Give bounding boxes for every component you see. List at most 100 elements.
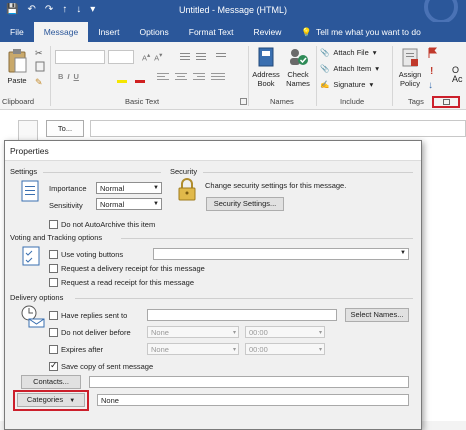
deliver-date-value: None: [151, 328, 169, 337]
attach-file-label: Attach File: [333, 48, 369, 57]
settings-section-title: Settings: [10, 167, 38, 176]
tab-file[interactable]: File: [0, 22, 34, 42]
tell-me-box[interactable]: 💡 Tell me what you want to do: [291, 22, 430, 42]
paste-label: Paste: [7, 76, 27, 85]
contacts-button[interactable]: Contacts...: [21, 375, 81, 389]
read-receipt-checkbox[interactable]: Request a read receipt for this message: [49, 278, 194, 287]
window-title: Untitled - Message (HTML): [178, 5, 288, 15]
have-replies-field[interactable]: [147, 309, 337, 321]
tab-options[interactable]: Options: [129, 22, 178, 42]
categories-button[interactable]: Categories ▼: [17, 393, 85, 407]
checkbox-box[interactable]: [49, 264, 58, 273]
list-buttons[interactable]: [178, 50, 240, 64]
format-buttons: B I U: [58, 72, 79, 81]
signature-button[interactable]: ✍ Signature ▾: [320, 80, 373, 89]
use-voting-buttons-label: Use voting buttons: [61, 250, 124, 259]
deliver-time-select[interactable]: 00:00 ▾: [245, 326, 325, 338]
do-not-deliver-checkbox[interactable]: Do not deliver before: [49, 328, 131, 337]
tab-format-text[interactable]: Format Text: [179, 22, 244, 42]
attach-item-button[interactable]: 📎 Attach Item ▾: [320, 64, 379, 73]
security-settings-button[interactable]: Security Settings...: [206, 197, 284, 211]
address-book-label: Address Book: [252, 70, 280, 88]
clipboard-small-icons: ✂ ✎: [35, 48, 45, 87]
check-names-icon: [290, 49, 308, 65]
ribbon: Paste ✂ ✎ Clipboard A▴ A▾ B I U Basic Te…: [0, 42, 466, 110]
expires-date-value: None: [151, 345, 169, 354]
sensitivity-label: Sensitivity: [49, 201, 83, 210]
expires-date-select[interactable]: None ▾: [147, 343, 239, 355]
ribbon-tabs: File Message Insert Options Format Text …: [0, 22, 466, 42]
save-copy-checkbox[interactable]: Save copy of sent message: [49, 360, 154, 371]
font-size-combo[interactable]: [108, 50, 134, 64]
contacts-field[interactable]: [89, 376, 409, 388]
categories-label: Categories: [26, 395, 64, 404]
chevron-down-icon: ▾: [369, 80, 374, 89]
checkbox-box[interactable]: [49, 220, 58, 229]
check-names-button[interactable]: Check Names: [283, 46, 313, 88]
svg-text:!: !: [430, 66, 433, 77]
decorative-circle: [424, 0, 458, 24]
voting-buttons-combo[interactable]: ▼: [153, 248, 409, 260]
tag-small-icons[interactable]: ! ↓: [427, 46, 439, 90]
assign-policy-button[interactable]: Assign Policy: [395, 46, 425, 88]
paperclip-icon: 📎: [320, 48, 330, 57]
font-grow-shrink[interactable]: A▴ A▾: [142, 52, 162, 63]
chevron-down-icon: ▾: [318, 347, 322, 353]
attach-file-button[interactable]: 📎 Attach File ▾: [320, 48, 377, 57]
tab-review[interactable]: Review: [243, 22, 291, 42]
voting-section-title: Voting and Tracking options: [10, 233, 103, 242]
chevron-down-icon: ▼: [69, 398, 76, 404]
to-button[interactable]: To...: [46, 120, 84, 137]
font-name-combo[interactable]: [55, 50, 105, 64]
paste-button[interactable]: Paste: [4, 48, 30, 85]
paste-icon: [8, 49, 27, 73]
delivery-icon: [21, 305, 45, 328]
expires-time-value: 00:00: [249, 345, 268, 354]
checkbox-box[interactable]: [49, 345, 58, 354]
tab-insert[interactable]: Insert: [88, 22, 129, 42]
to-field[interactable]: [90, 120, 466, 137]
save-copy-label: Save copy of sent message: [61, 362, 154, 371]
partial-button[interactable]: O Ac: [452, 66, 466, 84]
signature-label: Signature: [333, 80, 366, 89]
tab-message[interactable]: Message: [33, 22, 89, 42]
attach-item-icon: 📎: [320, 64, 330, 73]
expires-after-checkbox[interactable]: Expires after: [49, 345, 103, 354]
checkbox-box[interactable]: [49, 278, 58, 287]
deliver-date-select[interactable]: None ▾: [147, 326, 239, 338]
separator: [316, 46, 317, 106]
lock-icon: [178, 178, 196, 201]
underline-icon[interactable]: U: [74, 72, 79, 81]
checkbox-box[interactable]: [49, 250, 58, 259]
voting-icon: [22, 246, 40, 266]
have-replies-checkbox[interactable]: Have replies sent to: [49, 311, 127, 320]
bold-icon[interactable]: B: [58, 72, 63, 81]
basic-text-launcher-icon[interactable]: [240, 98, 248, 106]
delivery-receipt-checkbox[interactable]: Request a delivery receipt for this mess…: [49, 264, 205, 273]
address-book-button[interactable]: Address Book: [251, 46, 281, 88]
policy-icon: [402, 48, 418, 67]
checkbox-box[interactable]: [49, 311, 58, 320]
separator: [248, 46, 249, 106]
checkbox-box[interactable]: [49, 360, 58, 371]
use-voting-buttons-checkbox[interactable]: Use voting buttons: [49, 250, 123, 259]
tags-launcher-icon[interactable]: [443, 99, 451, 106]
names-group-label: Names: [270, 97, 294, 106]
checkbox-box[interactable]: [49, 328, 58, 337]
dialog-title: Properties: [5, 141, 421, 161]
expires-time-select[interactable]: 00:00 ▾: [245, 343, 325, 355]
separator: [50, 46, 51, 106]
sensitivity-select[interactable]: Normal ▼: [96, 198, 162, 210]
do-not-autoarchive-checkbox[interactable]: Do not AutoArchive this item: [49, 220, 155, 229]
paragraph-buttons[interactable]: [115, 70, 233, 84]
italic-icon[interactable]: I: [67, 72, 69, 81]
tell-me-label: Tell me what you want to do: [315, 27, 421, 37]
properties-dialog: Properties Settings Importance Normal ▼ …: [4, 140, 422, 430]
select-names-button[interactable]: Select Names...: [345, 308, 409, 322]
shrink-font-icon[interactable]: A▾: [154, 52, 162, 63]
chevron-down-icon: ▾: [232, 330, 236, 336]
grow-font-icon[interactable]: A▴: [142, 52, 150, 63]
chevron-down-icon: ▾: [375, 64, 380, 73]
importance-select[interactable]: Normal ▼: [96, 182, 162, 194]
categories-field[interactable]: None: [97, 394, 409, 406]
